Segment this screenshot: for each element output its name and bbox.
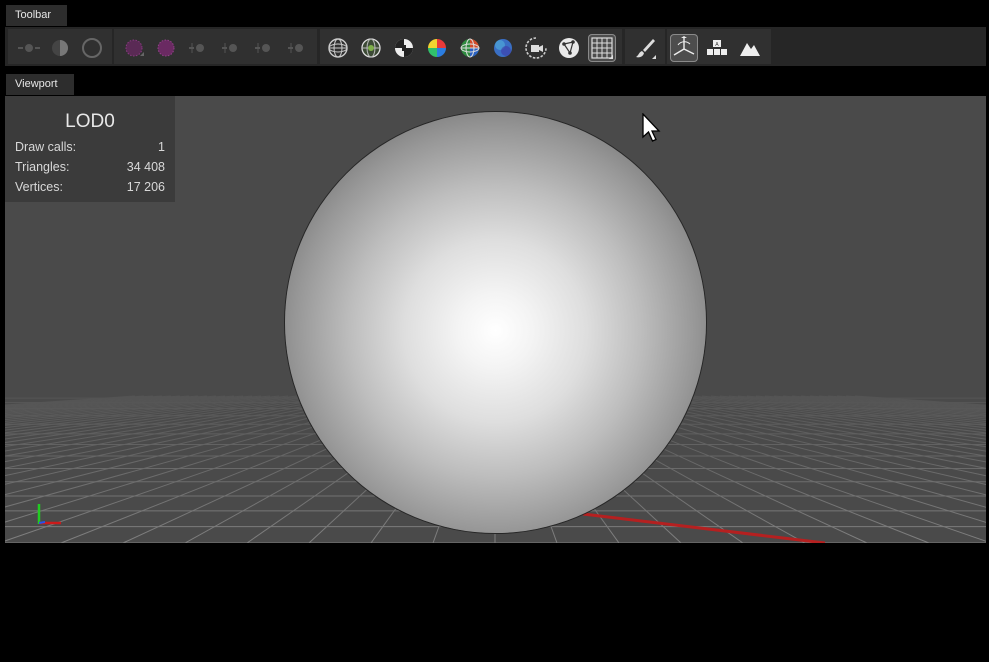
mouse-cursor-icon [642,113,661,142]
color-wheel-icon [428,39,446,57]
gizmo-button[interactable] [670,34,698,62]
labels-button[interactable]: A [703,34,731,62]
wireframe-sphere-button[interactable] [324,34,352,62]
normal-sphere-icon [494,39,512,57]
normal-sphere-button[interactable] [489,34,517,62]
light-b-icon [222,43,237,53]
triangles-row: Triangles: 34 408 [15,160,165,176]
toolbar-group-lighting [8,29,112,64]
vertices-value: 17 206 [126,180,165,194]
lod-level: LOD0 [65,111,115,132]
magenta-sphere-2-icon [157,39,175,57]
gizmo-icon [673,36,695,56]
magenta-sphere-button[interactable] [120,34,148,62]
light-a-icon [189,43,204,53]
stats-overlay: LOD0 Draw calls: 1 Triangles: 34 408 Ver… [5,96,175,202]
toolbar-group-render-modes [320,29,622,64]
light-dim-icon [18,44,40,52]
vertices-row: Vertices: 17 206 [15,180,165,196]
grid-toggle-button[interactable] [588,34,616,62]
ring-button[interactable] [78,34,106,62]
vertices-label: Vertices: [15,180,63,194]
half-lit-button[interactable] [46,34,74,62]
light-b-button[interactable] [217,34,245,62]
toolbar-group-materials [114,29,317,64]
color-wheel-button[interactable] [423,34,451,62]
svg-text:A: A [715,42,719,48]
uv-sphere-icon [460,38,480,58]
vertex-graph-icon [559,38,579,58]
green-sphere-button[interactable] [357,34,385,62]
toolbar: A [5,27,986,66]
green-sphere-icon [361,38,381,58]
vertex-graph-button[interactable] [555,34,583,62]
light-c-icon [255,43,270,53]
draw-calls-label: Draw calls: [15,140,77,154]
light-a-button[interactable] [184,34,212,62]
grid-icon [591,37,613,59]
draw-calls-value: 1 [158,140,165,154]
half-circle-icon [52,40,68,56]
magenta-sphere-icon [125,39,144,57]
triangles-label: Triangles: [15,160,70,174]
sphere-mesh[interactable] [285,112,706,533]
light-c-button[interactable] [250,34,278,62]
toolbar-group-paint [625,29,665,64]
brush-button[interactable] [631,34,659,62]
terrain-button[interactable] [736,34,764,62]
camera-button[interactable] [522,34,550,62]
terrain-icon [740,43,760,56]
light-dim-button[interactable] [14,34,42,62]
wireframe-sphere-icon [328,38,348,58]
brush-icon [636,39,656,59]
viewport-tab[interactable]: Viewport [6,74,74,95]
camera-icon [525,37,547,59]
magenta-sphere-2-button[interactable] [152,34,180,62]
checker-icon [395,39,413,57]
checker-button[interactable] [390,34,418,62]
light-d-button[interactable] [283,34,311,62]
draw-calls-row: Draw calls: 1 [15,140,165,156]
axis-gizmo-icon [37,504,61,525]
triangles-value: 34 408 [126,160,165,174]
viewport-canvas[interactable]: LOD0 Draw calls: 1 Triangles: 34 408 Ver… [5,96,986,543]
light-d-icon [288,43,303,53]
ring-icon [82,38,102,58]
toolbar-tab[interactable]: Toolbar [6,5,67,26]
toolbar-group-overlays: A [667,29,771,64]
uv-sphere-button[interactable] [456,34,484,62]
labels-icon: A [707,40,727,55]
